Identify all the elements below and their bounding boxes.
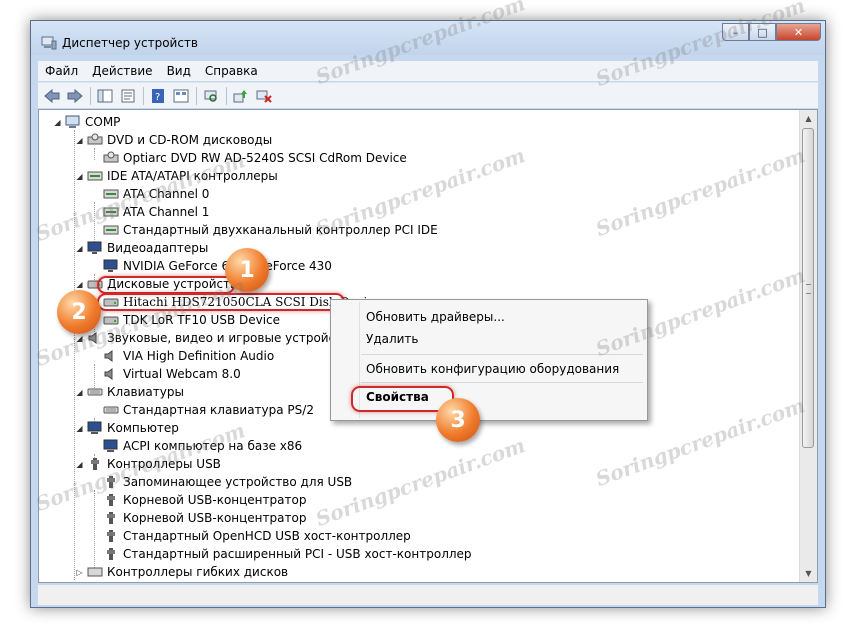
toolbar-separator [196, 86, 197, 105]
device-manager-icon [41, 36, 57, 50]
tree-device[interactable]: Корневой USB-концентратор [103, 509, 306, 527]
forward-arrow-icon[interactable] [65, 86, 85, 106]
tree-label: COMP [85, 115, 121, 129]
keyboard-icon [103, 406, 119, 414]
menu-help[interactable]: Справка [198, 64, 265, 78]
usb-icon [107, 530, 115, 542]
update-driver-icon[interactable] [231, 86, 251, 106]
keyboard-icon [87, 388, 103, 396]
toolbar-separator [143, 86, 144, 105]
properties-icon[interactable] [118, 86, 138, 106]
collapse-arrow-icon[interactable]: ◢ [75, 167, 84, 185]
usb-icon [107, 548, 115, 560]
scan-hardware-icon[interactable] [201, 86, 221, 106]
ide-controller-icon [103, 225, 119, 235]
computer-icon [65, 115, 80, 128]
tree-category[interactable]: ◢ DVD и CD-ROM дисководы [75, 131, 272, 149]
status-bar [38, 584, 818, 605]
tree-category[interactable]: ▷ Контроллеры гибких дисков [75, 563, 288, 581]
collapse-arrow-icon[interactable]: ◢ [75, 239, 84, 257]
scroll-down-arrow-icon[interactable]: ▼ [800, 565, 817, 582]
tree-label: Контроллеры гибких дисков [107, 565, 289, 579]
tree-device[interactable]: Optiarc DVD RW AD-5240S SCSI CdRom Devic… [103, 149, 407, 167]
view-icon[interactable] [171, 86, 191, 106]
tree-device[interactable]: Virtual Webcam 8.0 [103, 365, 241, 383]
tree-device[interactable]: Стандартная клавиатура PS/2 [103, 401, 314, 419]
expand-arrow-icon[interactable]: ▷ [75, 563, 84, 581]
menu-update-drivers[interactable]: Обновить драйверы... [366, 310, 505, 324]
tree-label: Стандартный расширенный PCI - USB хост-к… [123, 547, 472, 561]
tree-device[interactable]: Стандартный OpenHCD USB хост-контроллер [103, 527, 411, 545]
tree-device[interactable]: Корневой USB-концентратор [103, 491, 306, 509]
tree-label: Virtual Webcam 8.0 [123, 367, 241, 381]
tree-label: Корневой USB-концентратор [123, 493, 307, 507]
vertical-scrollbar[interactable]: ▲ ▼ [799, 110, 817, 582]
tree-label: Компьютер [107, 421, 179, 435]
show-hide-console-tree-icon[interactable] [95, 86, 115, 106]
usb-icon [107, 494, 115, 506]
menu-delete[interactable]: Удалить [366, 332, 419, 346]
tree-root[interactable]: ◢ COMP [53, 113, 120, 131]
tree-device[interactable]: Стандартный расширенный PCI - USB хост-к… [103, 545, 472, 563]
speaker-icon [104, 350, 113, 362]
collapse-arrow-icon[interactable]: ◢ [75, 455, 84, 473]
tree-guide-line [94, 490, 95, 574]
toolbar-separator [226, 86, 227, 105]
tree-device[interactable]: NVIDIA GeForce 615 / GeForce 430 [103, 257, 332, 275]
tree-guide-line [94, 148, 95, 160]
dvd-drive-icon [103, 151, 119, 163]
help-icon[interactable]: ? [148, 86, 168, 106]
scroll-up-arrow-icon[interactable]: ▲ [800, 110, 817, 127]
tree-category[interactable]: ◢ Видеоадаптеры [75, 239, 208, 257]
uninstall-icon[interactable] [254, 86, 274, 106]
usb-icon [107, 512, 115, 524]
tree-category[interactable]: ◢ Клавиатуры [75, 383, 184, 401]
display-adapter-icon [103, 259, 118, 272]
window-title: Диспетчер устройств [62, 36, 199, 50]
menu-scan-hardware[interactable]: Обновить конфигурацию оборудования [366, 362, 619, 376]
computer-icon [87, 421, 102, 434]
collapse-arrow-icon[interactable]: ◢ [75, 383, 84, 401]
tree-label: Запоминающее устройство для USB [123, 475, 353, 489]
close-button[interactable]: ✕ [776, 23, 821, 41]
tree-label: Стандартный двухканальный контроллер PCI… [123, 223, 438, 237]
speaker-icon [104, 368, 113, 380]
display-adapter-icon [87, 241, 102, 254]
menu-view[interactable]: Вид [160, 64, 198, 78]
context-menu-separator [361, 382, 643, 383]
ide-controller-icon [87, 171, 103, 181]
toolbar-separator [90, 86, 91, 105]
tree-label: Клавиатуры [107, 385, 184, 399]
menu-action[interactable]: Действие [85, 64, 159, 78]
dvd-drive-icon [87, 133, 103, 145]
toolbar: ? [38, 82, 818, 108]
collapse-arrow-icon[interactable]: ◢ [75, 419, 84, 437]
tree-label: Стандартный OpenHCD USB хост-контроллер [123, 529, 411, 543]
callout-badge-3: 3 [436, 398, 480, 442]
back-arrow-icon[interactable] [42, 86, 62, 106]
tree-label: Стандартная клавиатура PS/2 [123, 403, 314, 417]
collapse-arrow-icon[interactable]: ◢ [53, 113, 62, 131]
tree-label: VIA High Definition Audio [123, 349, 275, 363]
svg-text:?: ? [155, 92, 160, 103]
menu-file[interactable]: Файл [38, 64, 85, 78]
tree-device[interactable]: VIA High Definition Audio [103, 347, 274, 365]
tree-label: Корневой USB-концентратор [123, 511, 307, 525]
scrollbar-thumb[interactable] [802, 128, 814, 448]
tree-label: Видеоадаптеры [107, 241, 209, 255]
floppy-controller-icon [87, 567, 103, 577]
tree-label: Optiarc DVD RW AD-5240S SCSI CdRom Devic… [123, 151, 407, 165]
computer-icon [103, 439, 118, 452]
tree-label: DVD и CD-ROM дисководы [107, 133, 273, 147]
menu-bar: Файл Действие Вид Справка [38, 61, 818, 81]
tree-category[interactable]: ◢ Компьютер [75, 419, 179, 437]
tree-device[interactable]: Стандартный двухканальный контроллер PCI… [103, 221, 438, 239]
collapse-arrow-icon[interactable]: ◢ [75, 131, 84, 149]
